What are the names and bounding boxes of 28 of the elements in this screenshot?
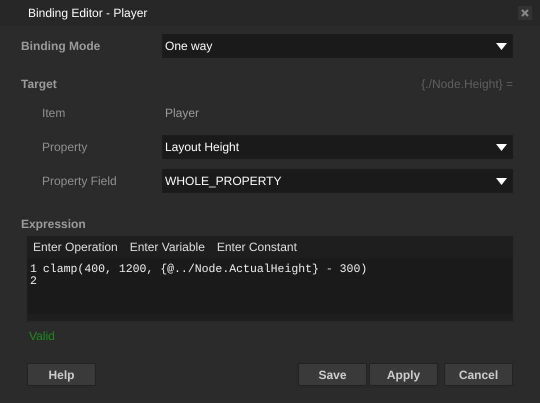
- field-value: Player: [164, 106, 200, 120]
- dialog-button[interactable]: Help: [27, 363, 96, 386]
- dialog-button[interactable]: Cancel: [444, 363, 513, 386]
- dialog-button[interactable]: Save: [298, 363, 367, 386]
- validation-status: Valid: [29, 329, 55, 343]
- toolbar-button[interactable]: Enter Operation: [33, 240, 118, 254]
- field-label: Item: [42, 106, 66, 120]
- dropdown[interactable]: One way: [162, 34, 513, 58]
- section-label: Expression: [21, 217, 87, 231]
- close-button[interactable]: [518, 6, 532, 20]
- toolbar-button[interactable]: Enter Constant: [216, 240, 297, 254]
- field-label: Binding Mode: [21, 39, 102, 53]
- dropdown[interactable]: WHOLE_PROPERTY: [162, 169, 513, 193]
- field-label: Property Field: [42, 174, 118, 188]
- line-number: 2: [30, 276, 37, 288]
- toolbar-button[interactable]: Enter Variable: [130, 240, 205, 254]
- field-label: Property: [42, 140, 88, 154]
- dropdown[interactable]: Layout Height: [162, 135, 513, 159]
- window-title: Binding Editor - Player: [28, 6, 148, 20]
- section-label: Target: [21, 77, 58, 91]
- line-number: 1: [30, 264, 37, 276]
- code-editor[interactable]: 1 clamp(400, 1200, {@../Node.ActualHeight} - 300) 2: [27, 258, 513, 313]
- dialog-button[interactable]: Apply: [369, 363, 438, 386]
- caret-icon: [496, 144, 507, 150]
- code-line: clamp(400, 1200, {@../Node.ActualHeight} - 300): [42, 264, 368, 276]
- caret-icon: [496, 178, 507, 184]
- close-icon: [521, 9, 529, 17]
- caret-icon: [496, 42, 507, 50]
